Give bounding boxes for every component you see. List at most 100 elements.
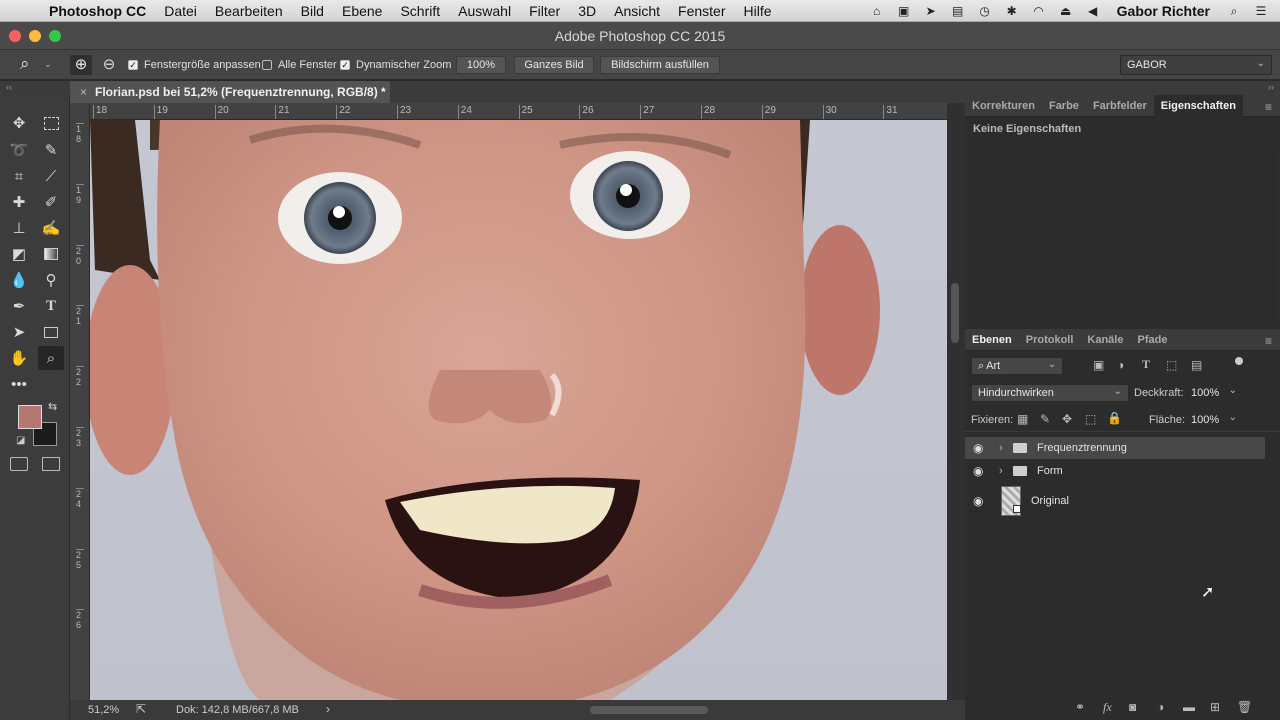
clone-stamp-tool-icon[interactable]: ⊥ (6, 216, 32, 240)
blend-mode-select[interactable]: Hindurchwirken ⌄ (971, 384, 1129, 402)
delete-layer-icon[interactable]: 🗑 (1237, 700, 1252, 714)
document-canvas[interactable]: ∫ (90, 120, 947, 700)
zoom-tool-preset-icon[interactable]: ⌕ (20, 54, 30, 74)
spotlight-search-icon[interactable]: ⌕ (1225, 4, 1243, 18)
scrubby-zoom-checkbox[interactable]: ✓ (340, 60, 350, 70)
layer-row-form[interactable]: ◉ › Form (965, 460, 1265, 482)
visibility-eye-icon[interactable]: ◉ (973, 494, 983, 508)
default-colors-icon[interactable]: ◪ (16, 435, 25, 446)
filter-adjustment-icon[interactable]: ◑ (1117, 358, 1124, 372)
filter-toggle-icon[interactable] (1235, 357, 1243, 365)
workspace-select[interactable]: GABOR ⌄ (1120, 55, 1272, 75)
new-group-icon[interactable]: ▬ (1183, 700, 1195, 714)
eyedropper-tool-icon[interactable]: ⟋ (38, 164, 64, 188)
layer-row-original[interactable]: ◉ Original (965, 483, 1265, 519)
menu-app[interactable]: Photoshop CC (40, 3, 155, 19)
menu-datei[interactable]: Datei (155, 3, 206, 19)
zoom-out-icon[interactable]: ⊖ (98, 55, 120, 75)
quick-mask-icon[interactable] (10, 457, 28, 471)
tab-eigenschaften[interactable]: Eigenschaften (1153, 94, 1243, 117)
screen-mode-icon[interactable] (42, 457, 60, 471)
ruler-vertical[interactable]: 18 19 20 21 22 23 24 25 26 (70, 103, 90, 700)
history-brush-tool-icon[interactable]: ✍ (38, 216, 64, 240)
filter-shape-icon[interactable]: ⬚ (1166, 358, 1177, 372)
close-window-button[interactable] (9, 30, 21, 42)
horizontal-scroll-thumb[interactable] (590, 706, 708, 714)
fill-input[interactable]: 100% ⌄ (1185, 411, 1241, 429)
close-tab-icon[interactable]: × (70, 85, 95, 99)
panel-menu-icon[interactable]: ≡ (1265, 334, 1272, 348)
menu-fenster[interactable]: Fenster (669, 3, 734, 19)
tab-protokoll[interactable]: Protokoll (1019, 334, 1081, 346)
tab-pfade[interactable]: Pfade (1130, 334, 1174, 346)
fx-icon[interactable]: fx (1103, 700, 1112, 715)
menu-bild[interactable]: Bild (292, 3, 333, 19)
zoom-100-button[interactable]: 100% (456, 56, 506, 74)
eject-icon[interactable]: ⏏ (1057, 4, 1075, 18)
visibility-eye-icon[interactable]: ◉ (973, 441, 983, 455)
display-icon[interactable]: ▣ (895, 4, 913, 18)
zoom-in-icon[interactable]: ⊕ (70, 55, 92, 75)
export-icon[interactable]: ⇱ (136, 702, 146, 716)
crop-tool-icon[interactable]: ⌗ (6, 164, 32, 188)
document-tab[interactable]: × Florian.psd bei 51,2% (Frequenztrennun… (70, 81, 390, 103)
notification-list-icon[interactable]: ☰ (1252, 4, 1270, 18)
fill-screen-button[interactable]: Bildschirm ausfüllen (600, 56, 720, 74)
menu-3d[interactable]: 3D (569, 3, 605, 19)
lock-position-icon[interactable]: ✥ (1062, 412, 1072, 426)
hand-tool-icon[interactable]: ✋ (6, 346, 32, 370)
move-tool-icon[interactable]: ✥ (6, 111, 32, 135)
all-windows-checkbox[interactable] (262, 60, 272, 70)
expand-chevron-icon[interactable]: › (999, 442, 1003, 454)
properties-scrollbar[interactable] (1271, 145, 1277, 325)
lock-image-icon[interactable]: ✎ (1040, 412, 1050, 426)
home-icon[interactable]: ⌂ (868, 4, 886, 18)
foreground-color-swatch[interactable] (18, 405, 42, 429)
layer-filter-select[interactable]: ⌕ Art ⌄ (971, 357, 1063, 375)
ruler-horizontal[interactable]: 18 19 20 21 22 23 24 25 26 27 28 29 30 31 (90, 103, 950, 120)
menu-bearbeiten[interactable]: Bearbeiten (206, 3, 292, 19)
lock-transparent-icon[interactable]: ▦ (1017, 412, 1028, 426)
healing-brush-tool-icon[interactable]: ✚ (6, 190, 32, 214)
opacity-input[interactable]: 100% ⌄ (1185, 384, 1241, 402)
zoom-level[interactable]: 51,2% (88, 704, 119, 716)
lasso-tool-icon[interactable]: ➰ (6, 138, 32, 162)
arrows-icon[interactable]: ➤ (922, 4, 940, 18)
filter-smartobject-icon[interactable]: ▤ (1191, 358, 1202, 372)
add-mask-icon[interactable]: ◙ (1129, 700, 1136, 714)
filter-type-icon[interactable]: T (1142, 357, 1150, 372)
gradient-tool-icon[interactable] (38, 242, 64, 266)
edit-toolbar-icon[interactable]: ••• (6, 372, 32, 396)
panel-menu-icon[interactable]: ≡ (1265, 100, 1272, 114)
menu-schrift[interactable]: Schrift (391, 3, 449, 19)
menu-ansicht[interactable]: Ansicht (605, 3, 669, 19)
rectangle-tool-icon[interactable] (38, 320, 64, 344)
zoom-window-button[interactable] (49, 30, 61, 42)
vertical-scrollbar[interactable] (947, 103, 965, 700)
menu-ebene[interactable]: Ebene (333, 3, 391, 19)
lock-all-icon[interactable]: 🔒 (1107, 411, 1122, 425)
tab-kanaele[interactable]: Kanäle (1080, 334, 1130, 346)
chevron-down-icon[interactable]: ⌄ (44, 59, 52, 70)
bluetooth-icon[interactable]: ✱ (1003, 4, 1021, 18)
eraser-tool-icon[interactable]: ◩ (6, 242, 32, 266)
visibility-eye-icon[interactable]: ◉ (973, 464, 983, 478)
minimize-window-button[interactable] (29, 30, 41, 42)
marquee-tool-icon[interactable] (38, 111, 64, 135)
link-layers-icon[interactable]: ⚭ (1075, 700, 1085, 714)
path-selection-tool-icon[interactable]: ➤ (6, 320, 32, 344)
wifi-icon[interactable]: ◠ (1030, 4, 1048, 18)
swap-colors-icon[interactable]: ⇆ (48, 400, 57, 413)
status-menu-arrow-icon[interactable]: › (326, 702, 330, 716)
menu-auswahl[interactable]: Auswahl (449, 3, 520, 19)
user-name[interactable]: Gabor Richter (1111, 3, 1216, 19)
tab-korrekturen[interactable]: Korrekturen (965, 100, 1042, 112)
zoom-tool-icon[interactable]: ⌕ (38, 346, 64, 370)
pen-tool-icon[interactable]: ✒ (6, 294, 32, 318)
filter-pixel-icon[interactable]: ▣ (1093, 358, 1104, 372)
collapse-right-icon[interactable]: ›› (1268, 82, 1274, 92)
tab-farbe[interactable]: Farbe (1042, 100, 1086, 112)
quick-selection-tool-icon[interactable]: ✎ (38, 138, 64, 162)
menu-filter[interactable]: Filter (520, 3, 569, 19)
dodge-tool-icon[interactable]: ⚲ (38, 268, 64, 292)
